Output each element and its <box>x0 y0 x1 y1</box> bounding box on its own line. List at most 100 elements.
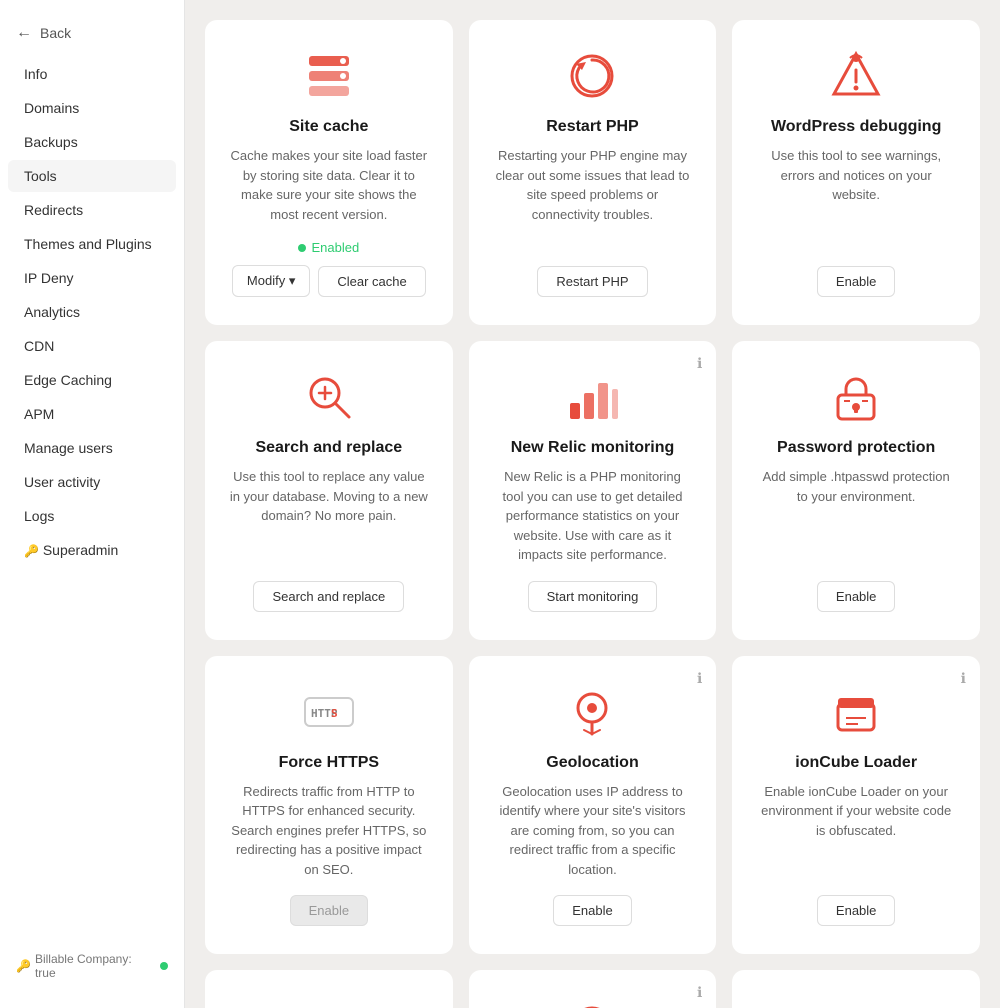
sidebar-nav: Info Domains Backups Tools Redirects The… <box>0 58 184 568</box>
sidebar-item-ip-deny[interactable]: IP Deny <box>8 262 176 294</box>
clear-cache-button[interactable]: Clear cache <box>318 266 425 297</box>
sidebar-item-label: Superadmin <box>43 542 119 558</box>
php-engine-icon: </> <box>301 998 357 1008</box>
sidebar-item-label: APM <box>24 406 54 422</box>
info-icon[interactable]: ℹ <box>697 670 702 687</box>
card-title: Password protection <box>777 439 935 457</box>
card-title: Restart PHP <box>546 118 638 136</box>
preview-icon <box>828 998 884 1008</box>
enable-button[interactable]: Enable <box>817 581 895 612</box>
sidebar-item-label: CDN <box>24 338 54 354</box>
card-desc: Use this tool to replace any value in yo… <box>229 467 429 565</box>
cookie-icon <box>564 998 620 1008</box>
password-icon <box>828 369 884 425</box>
svg-text:S: S <box>331 707 338 720</box>
sidebar-item-label: User activity <box>24 474 100 490</box>
card-force-https: HTTP S Force HTTPS Redirects traffic fro… <box>205 656 453 955</box>
card-title: ionCube Loader <box>795 754 917 772</box>
sidebar-item-label: Info <box>24 66 47 82</box>
enable-button[interactable]: Enable <box>817 266 895 297</box>
sidebar-item-label: Domains <box>24 100 79 116</box>
card-wp-debug: WordPress debugging Use this tool to see… <box>732 20 980 325</box>
info-icon[interactable]: ℹ <box>697 355 702 372</box>
cache-icon <box>301 48 357 104</box>
card-geolocation: ℹ Geolocation Geolocation uses IP addres… <box>469 656 717 955</box>
card-actions: Start monitoring <box>528 581 658 612</box>
enable-button[interactable]: Enable <box>553 895 631 926</box>
card-desc: Restarting your PHP engine may clear out… <box>493 146 693 250</box>
sidebar-item-label: Logs <box>24 508 54 524</box>
card-desc: Enable ionCube Loader on your environmen… <box>756 782 956 880</box>
card-search-replace: Search and replace Use this tool to repl… <box>205 341 453 640</box>
sidebar-item-analytics[interactable]: Analytics <box>8 296 176 328</box>
card-desc: Use this tool to see warnings, errors an… <box>756 146 956 250</box>
sidebar-item-logs[interactable]: Logs <box>8 500 176 532</box>
start-monitoring-button[interactable]: Start monitoring <box>528 581 658 612</box>
card-actions: Enable <box>817 266 895 297</box>
sidebar-item-redirects[interactable]: Redirects <box>8 194 176 226</box>
card-actions: Enable <box>817 895 895 926</box>
card-actions: Restart PHP <box>537 266 647 297</box>
card-site-preview: Site Preview⚠ Enable Site Preview to tes… <box>732 970 980 1008</box>
sidebar-item-label: IP Deny <box>24 270 74 286</box>
sidebar-item-apm[interactable]: APM <box>8 398 176 430</box>
billable-label: Billable Company: true <box>35 952 154 980</box>
sidebar-item-domains[interactable]: Domains <box>8 92 176 124</box>
card-actions: Search and replace <box>253 581 404 612</box>
sidebar: ← Back Info Domains Backups Tools Redire… <box>0 0 185 1008</box>
back-button[interactable]: ← Back <box>0 16 184 58</box>
card-actions: Modify ▾ Clear cache <box>232 265 426 297</box>
sidebar-footer: 🔑 Billable Company: true <box>0 940 184 992</box>
sidebar-item-user-activity[interactable]: User activity <box>8 466 176 498</box>
sidebar-item-superadmin[interactable]: 🔑 Superadmin <box>8 534 176 566</box>
card-title: Site cache <box>289 118 368 136</box>
https-icon: HTTP S <box>301 684 357 740</box>
sidebar-item-label: Backups <box>24 134 78 150</box>
back-arrow-icon: ← <box>16 24 32 42</box>
status-dot <box>298 244 306 252</box>
sidebar-item-cdn[interactable]: CDN <box>8 330 176 362</box>
card-title: Geolocation <box>546 754 638 772</box>
key-icon-footer: 🔑 <box>16 959 31 973</box>
info-icon[interactable]: ℹ <box>961 670 966 687</box>
sidebar-item-manage-users[interactable]: Manage users <box>8 432 176 464</box>
card-title: Search and replace <box>255 439 402 457</box>
card-restart-php: Restart PHP Restarting your PHP engine m… <box>469 20 717 325</box>
status-dot-footer <box>160 962 168 970</box>
ioncube-icon <box>828 684 884 740</box>
sidebar-item-info[interactable]: Info <box>8 58 176 90</box>
card-actions: Enable <box>817 581 895 612</box>
card-title: New Relic monitoring <box>511 439 675 457</box>
info-icon[interactable]: ℹ <box>697 984 702 1001</box>
status-enabled: Enabled <box>298 240 359 255</box>
card-desc: Geolocation uses IP address to identify … <box>493 782 693 880</box>
card-set-cookie: ℹ Remove Set-Cookie headers Use this too… <box>469 970 717 1008</box>
back-label: Back <box>40 25 71 41</box>
restart-php-button[interactable]: Restart PHP <box>537 266 647 297</box>
card-desc: Cache makes your site load faster by sto… <box>229 146 429 224</box>
sidebar-item-tools[interactable]: Tools <box>8 160 176 192</box>
enable-button[interactable]: Enable <box>817 895 895 926</box>
monitoring-icon <box>564 369 620 425</box>
sidebar-item-label: Themes and Plugins <box>24 236 152 252</box>
sidebar-item-edge-caching[interactable]: Edge Caching <box>8 364 176 396</box>
card-desc: New Relic is a PHP monitoring tool you c… <box>493 467 693 565</box>
enable-button: Enable <box>290 895 368 926</box>
main-content: Site cache Cache makes your site load fa… <box>185 0 1000 1008</box>
key-icon: 🔑 <box>24 544 39 558</box>
modify-button[interactable]: Modify ▾ <box>232 265 310 297</box>
sidebar-item-backups[interactable]: Backups <box>8 126 176 158</box>
card-actions: Enable <box>290 895 368 926</box>
php-restart-icon <box>564 48 620 104</box>
sidebar-item-themes-plugins[interactable]: Themes and Plugins <box>8 228 176 260</box>
card-site-cache: Site cache Cache makes your site load fa… <box>205 20 453 325</box>
card-new-relic: ℹ New Relic monitoring New Relic is a PH… <box>469 341 717 640</box>
search-replace-button[interactable]: Search and replace <box>253 581 404 612</box>
card-title: Force HTTPS <box>279 754 379 772</box>
status-label: Enabled <box>311 240 359 255</box>
geo-icon <box>564 684 620 740</box>
sidebar-item-label: Redirects <box>24 202 83 218</box>
wp-debug-icon <box>828 48 884 104</box>
card-desc: Redirects traffic from HTTP to HTTPS for… <box>229 782 429 880</box>
sidebar-item-label: Analytics <box>24 304 80 320</box>
